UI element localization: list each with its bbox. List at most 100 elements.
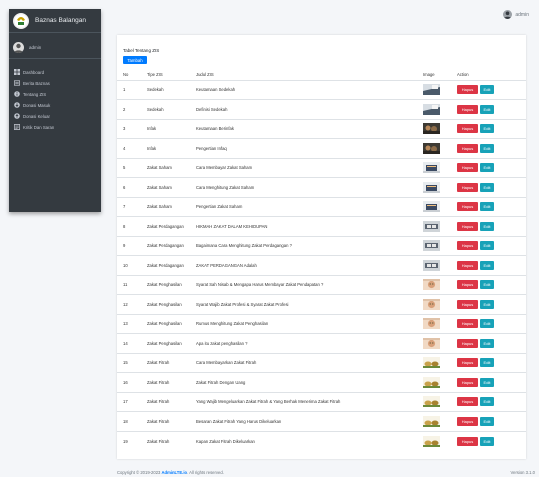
cell-image bbox=[423, 294, 457, 314]
saham-image bbox=[423, 162, 457, 174]
cell-judul: Cara Membayar Zakat Saham bbox=[196, 157, 423, 178]
cell-image bbox=[423, 216, 457, 236]
delete-button[interactable]: Hapus bbox=[457, 260, 478, 270]
donation-in-icon bbox=[14, 102, 20, 108]
infak-image bbox=[423, 123, 457, 135]
delete-button[interactable]: Hapus bbox=[457, 377, 478, 387]
cell-tipe: Zakat Fitrah bbox=[147, 411, 196, 431]
column-header-no: No bbox=[117, 70, 147, 81]
cell-image bbox=[423, 352, 457, 373]
cell-tipe: Infak bbox=[147, 138, 196, 158]
delete-button[interactable]: Hapus bbox=[457, 182, 478, 192]
sidebar-item-kritik-saran[interactable]: Kritik Dan Saran bbox=[9, 122, 101, 132]
delete-button[interactable]: Hapus bbox=[457, 124, 478, 134]
edit-button[interactable]: Edit bbox=[480, 358, 494, 368]
edit-button[interactable]: Edit bbox=[480, 163, 494, 173]
sidebar-nav: Dashboard Berita Baznas Tentang ZIS Dona… bbox=[9, 67, 101, 132]
cell-judul: Yang Wajib Mengeluarkan Zakat Fitrah & Y… bbox=[196, 391, 423, 412]
cell-tipe: Sedekah bbox=[147, 99, 196, 119]
cell-judul: Syarat Wajib Zakat Profesi & Syarat Zaka… bbox=[196, 294, 423, 314]
cell-no: 1 bbox=[117, 79, 147, 100]
sidebar-item-donasi-keluar[interactable]: Donasi Keluar bbox=[9, 111, 101, 121]
edit-button[interactable]: Edit bbox=[480, 202, 494, 212]
fitrah-image bbox=[423, 376, 457, 388]
delete-button[interactable]: Hapus bbox=[457, 358, 478, 368]
edit-button[interactable]: Edit bbox=[480, 397, 494, 407]
edit-button[interactable]: Edit bbox=[480, 299, 494, 309]
cell-tipe: Zakat Penghasilan bbox=[147, 333, 196, 353]
edit-button[interactable]: Edit bbox=[480, 436, 494, 446]
delete-button[interactable]: Hapus bbox=[457, 85, 478, 95]
edit-button[interactable]: Edit bbox=[480, 143, 494, 153]
top-user-menu[interactable]: admin bbox=[503, 10, 529, 19]
delete-button[interactable]: Hapus bbox=[457, 280, 478, 290]
cell-tipe: Zakat Fitrah bbox=[147, 391, 196, 412]
brand-link[interactable]: Baznas Balangan bbox=[9, 9, 101, 33]
edit-button[interactable]: Edit bbox=[480, 280, 494, 290]
edit-button[interactable]: Edit bbox=[480, 377, 494, 387]
delete-button[interactable]: Hapus bbox=[457, 163, 478, 173]
delete-button[interactable]: Hapus bbox=[457, 299, 478, 309]
cell-judul: Syarat Sah Nisab & Mengapa Harus Membaya… bbox=[196, 274, 423, 295]
cell-image bbox=[423, 235, 457, 256]
edit-button[interactable]: Edit bbox=[480, 260, 494, 270]
cell-image bbox=[423, 430, 457, 451]
cell-tipe: Zakat Penghasilan bbox=[147, 274, 196, 295]
table-row: 14 Zakat Penghasilan Apa itu zakat penghas… bbox=[117, 333, 526, 353]
copyright-prefix: Copyright © 2019-2023 bbox=[117, 470, 162, 475]
cell-no: 15 bbox=[117, 352, 147, 373]
user-panel[interactable]: admin bbox=[9, 37, 101, 59]
cell-action: Hapus Edit bbox=[457, 196, 526, 217]
delete-button[interactable]: Hapus bbox=[457, 202, 478, 212]
edit-button[interactable]: Edit bbox=[480, 338, 494, 348]
delete-button[interactable]: Hapus bbox=[457, 436, 478, 446]
cell-image bbox=[423, 411, 457, 431]
cell-no: 2 bbox=[117, 99, 147, 119]
cell-tipe: Zakat Saham bbox=[147, 177, 196, 197]
sidebar-item-berita[interactable]: Berita Baznas bbox=[9, 78, 101, 88]
delete-button[interactable]: Hapus bbox=[457, 241, 478, 251]
delete-button[interactable]: Hapus bbox=[457, 319, 478, 329]
penghasilan-image bbox=[423, 318, 457, 330]
sidebar-item-label: Kritik Dan Saran bbox=[23, 124, 55, 130]
cell-no: 8 bbox=[117, 216, 147, 236]
cell-judul: Pengertian Infaq bbox=[196, 138, 423, 158]
delete-button[interactable]: Hapus bbox=[457, 143, 478, 153]
sidebar-item-tentang-zis[interactable]: Tentang ZIS bbox=[9, 89, 101, 99]
table-row: 18 Zakat Fitrah Besaran Zakat Fitrah Yang … bbox=[117, 411, 526, 431]
delete-button[interactable]: Hapus bbox=[457, 338, 478, 348]
table-header-row: No Tipe ZIS Judul ZIS Image Action bbox=[117, 70, 526, 81]
edit-button[interactable]: Edit bbox=[480, 319, 494, 329]
table-row: 7 Zakat Saham Pengertian Zakat Saham Hapus E… bbox=[117, 196, 526, 217]
edit-button[interactable]: Edit bbox=[480, 124, 494, 134]
sidebar-item-donasi-masuk[interactable]: Donasi Masuk bbox=[9, 100, 101, 110]
edit-button[interactable]: Edit bbox=[480, 104, 494, 114]
edit-button[interactable]: Edit bbox=[480, 85, 494, 95]
cell-tipe: Zakat Fitrah bbox=[147, 352, 196, 373]
edit-button[interactable]: Edit bbox=[480, 416, 494, 426]
edit-button[interactable]: Edit bbox=[480, 241, 494, 251]
cell-action: Hapus Edit bbox=[457, 372, 526, 392]
table-row: 9 Zakat Perdagangan Bagaimana Cara Menghit… bbox=[117, 235, 526, 256]
cell-image bbox=[423, 255, 457, 275]
cell-judul: Kapan Zakat Fitrah Dikeluarkan bbox=[196, 430, 423, 451]
cell-no: 13 bbox=[117, 313, 147, 334]
delete-button[interactable]: Hapus bbox=[457, 104, 478, 114]
sidebar-item-label: Donasi Masuk bbox=[23, 102, 51, 108]
delete-button[interactable]: Hapus bbox=[457, 397, 478, 407]
table-row: 16 Zakat Fitrah Zakat Fitrah Dengan Uang Ha… bbox=[117, 372, 526, 392]
cell-action: Hapus Edit bbox=[457, 157, 526, 178]
cell-action: Hapus Edit bbox=[457, 138, 526, 158]
version-text: Version 3.1.0 bbox=[510, 470, 535, 475]
cell-image bbox=[423, 118, 457, 139]
edit-button[interactable]: Edit bbox=[480, 182, 494, 192]
delete-button[interactable]: Hapus bbox=[457, 416, 478, 426]
sidebar-item-dashboard[interactable]: Dashboard bbox=[9, 67, 101, 77]
sidebar-item-label: Tentang ZIS bbox=[23, 91, 47, 97]
delete-button[interactable]: Hapus bbox=[457, 221, 478, 231]
edit-button[interactable]: Edit bbox=[480, 221, 494, 231]
adminlte-link[interactable]: AdminLTE.io bbox=[162, 470, 188, 475]
add-button[interactable]: Tambah bbox=[123, 56, 147, 64]
top-navbar: admin bbox=[101, 0, 539, 27]
cell-image bbox=[423, 391, 457, 412]
